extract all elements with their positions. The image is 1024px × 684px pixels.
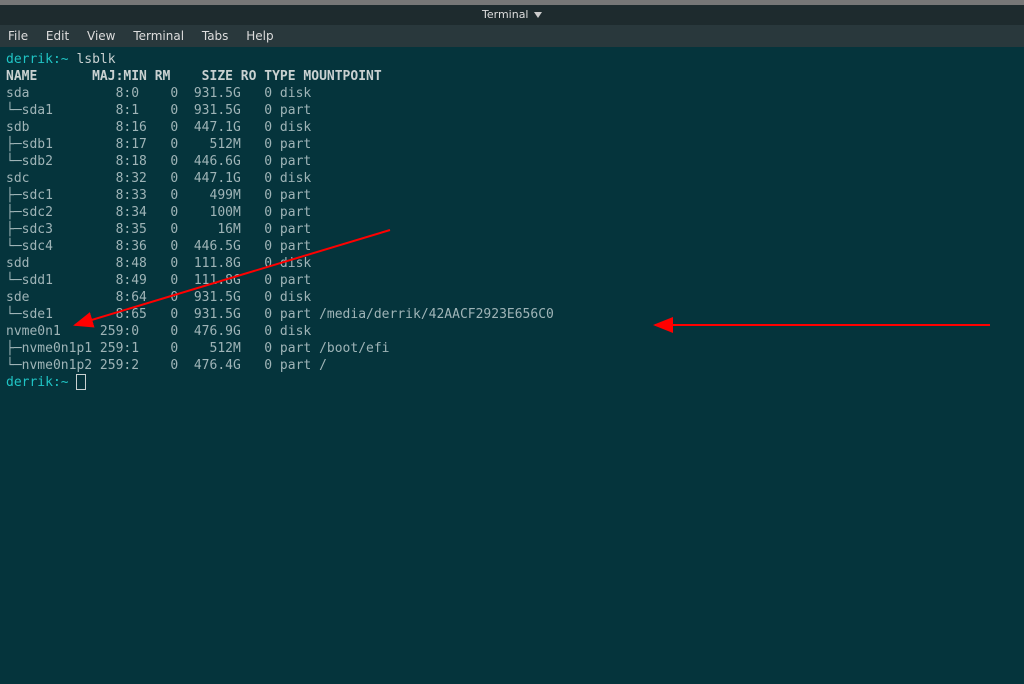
menu-view[interactable]: View — [87, 29, 115, 43]
menu-tabs[interactable]: Tabs — [202, 29, 229, 43]
menubar: File Edit View Terminal Tabs Help — [0, 25, 1024, 47]
menu-edit[interactable]: Edit — [46, 29, 69, 43]
title-dropdown-icon[interactable] — [534, 11, 542, 19]
titlebar: Terminal — [0, 5, 1024, 25]
menu-help[interactable]: Help — [246, 29, 273, 43]
window-title: Terminal — [482, 5, 529, 25]
terminal-output[interactable]: derrik:~ lsblk NAME MAJ:MIN RM SIZE RO T… — [0, 47, 1024, 395]
cursor — [76, 374, 86, 390]
terminal-window: Terminal File Edit View Terminal Tabs He… — [0, 5, 1024, 684]
menu-file[interactable]: File — [8, 29, 28, 43]
menu-terminal[interactable]: Terminal — [133, 29, 184, 43]
